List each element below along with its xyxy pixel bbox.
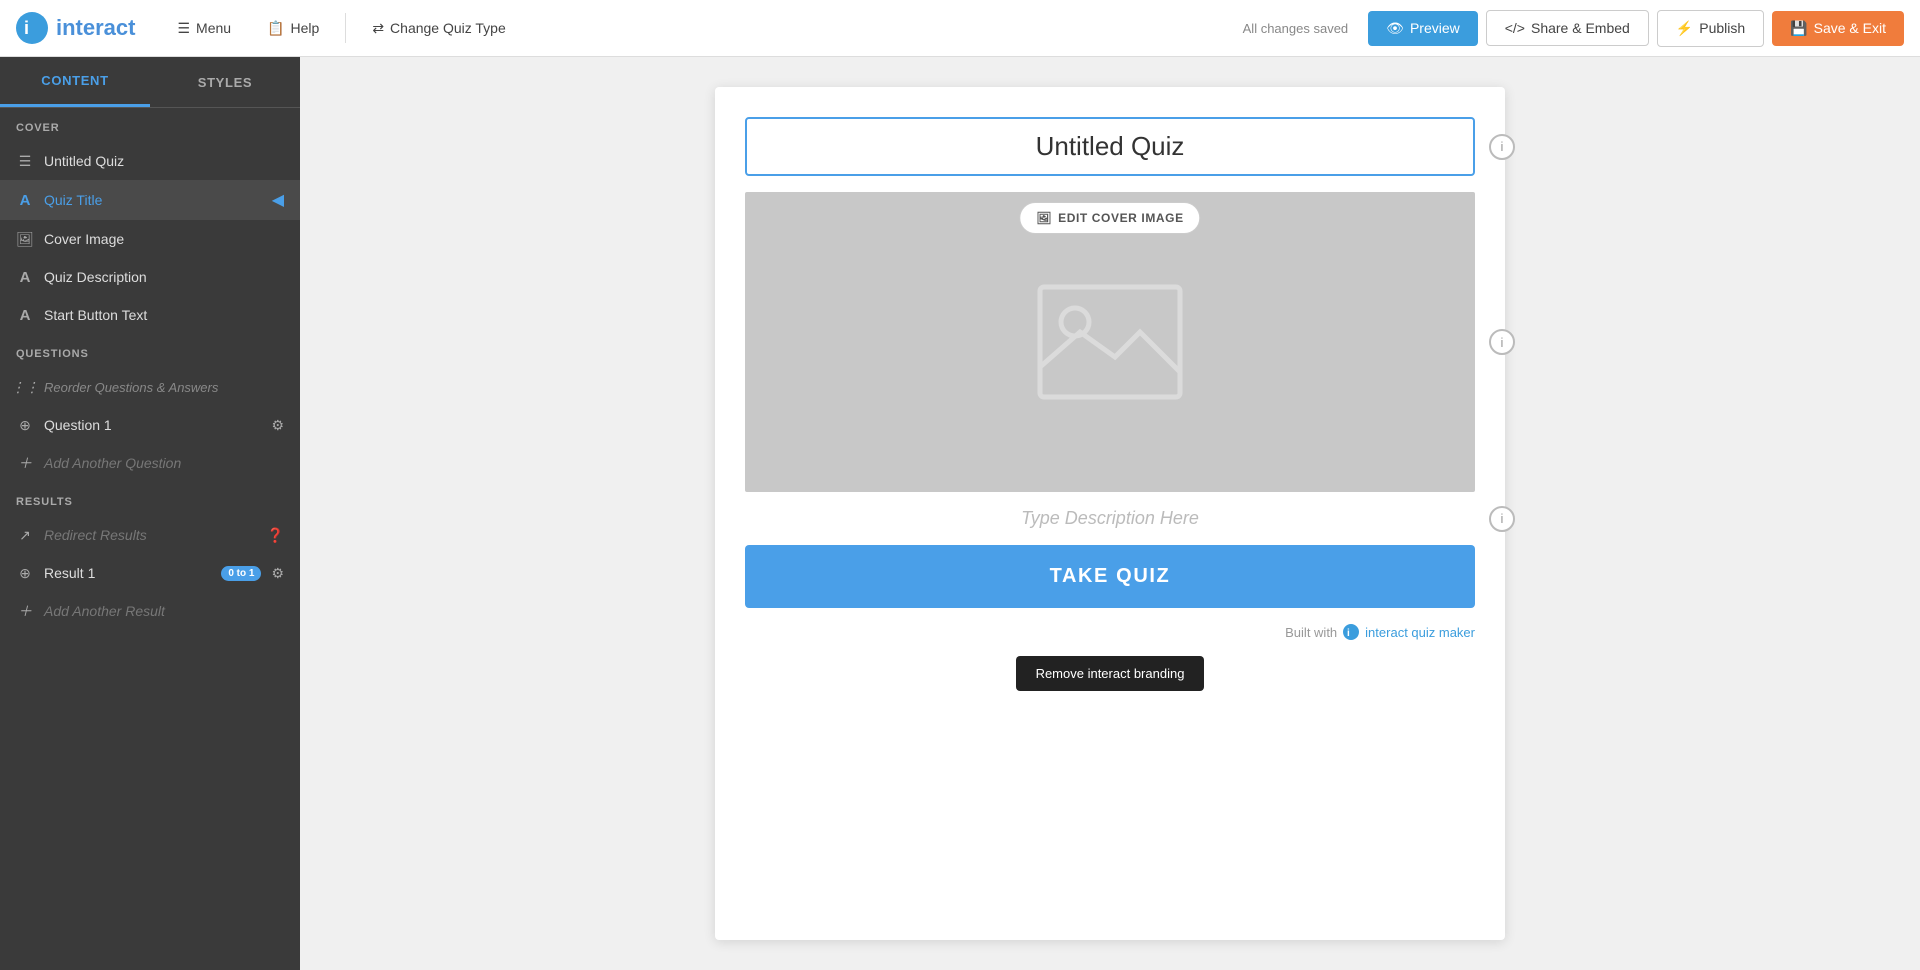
question1-label: Question 1 xyxy=(44,417,261,433)
cover-image-row: 🖼 EDIT COVER IMAGE i xyxy=(745,192,1475,492)
help-icon: 📋 xyxy=(267,20,284,37)
save-icon: 💾 xyxy=(1790,20,1807,37)
title-row: i xyxy=(745,117,1475,176)
question1-gear-icon[interactable]: ⚙ xyxy=(271,417,284,434)
take-quiz-button[interactable]: TAKE QUIZ xyxy=(745,545,1475,608)
description-info-icon[interactable]: i xyxy=(1489,506,1515,532)
sidebar-item-question1[interactable]: ⊕ Question 1 ⚙ xyxy=(0,406,300,444)
interact-logo-icon: i xyxy=(16,12,48,44)
top-nav: i interact ☰ Menu 📋 Help ⇄ Change Quiz T… xyxy=(0,0,1920,57)
result1-badge: 0 to 1 xyxy=(221,566,261,581)
remove-branding-button[interactable]: Remove interact branding xyxy=(1016,656,1205,691)
image-placeholder-icon xyxy=(1030,277,1190,407)
sidebar-item-add-result[interactable]: ＋ Add Another Result xyxy=(0,592,300,630)
question1-icon: ⊕ xyxy=(16,416,34,434)
quiz-description-icon: A xyxy=(16,268,34,286)
sidebar: CONTENT STYLES COVER ☰ Untitled Quiz A Q… xyxy=(0,57,300,970)
share-embed-button[interactable]: </> Share & Embed xyxy=(1486,10,1649,46)
logo-area: i interact xyxy=(16,12,135,44)
start-button-text-label: Start Button Text xyxy=(44,307,284,323)
quiz-preview-panel: i 🖼 EDIT COVER IMAGE i xyxy=(715,87,1505,940)
svg-text:i: i xyxy=(1347,628,1350,639)
logo-text: interact xyxy=(56,15,135,41)
tab-styles[interactable]: STYLES xyxy=(150,57,300,107)
quiz-title-input[interactable] xyxy=(745,117,1475,176)
untitled-quiz-icon: ☰ xyxy=(16,152,34,170)
save-exit-button[interactable]: 💾 Save & Exit xyxy=(1772,11,1904,46)
preview-button[interactable]: 👁 Preview xyxy=(1368,11,1478,46)
description-placeholder[interactable]: Type Description Here xyxy=(745,508,1475,529)
tab-content[interactable]: CONTENT xyxy=(0,57,150,107)
untitled-quiz-label: Untitled Quiz xyxy=(44,153,284,169)
preview-icon: 👁 xyxy=(1386,20,1404,37)
nav-separator xyxy=(345,13,346,43)
save-status: All changes saved xyxy=(1243,21,1349,36)
result1-icon: ⊕ xyxy=(16,564,34,582)
cover-section-header: COVER xyxy=(0,108,300,142)
main-layout: CONTENT STYLES COVER ☰ Untitled Quiz A Q… xyxy=(0,57,1920,970)
menu-icon: ☰ xyxy=(177,20,190,37)
built-with-area: Built with i interact quiz maker xyxy=(745,624,1475,640)
menu-button[interactable]: ☰ Menu xyxy=(163,12,245,45)
svg-text:i: i xyxy=(24,18,29,38)
publish-button[interactable]: ⚡ Publish xyxy=(1657,10,1764,47)
camera-icon: 🖼 xyxy=(1036,211,1052,225)
result1-label: Result 1 xyxy=(44,565,211,581)
sidebar-item-add-question[interactable]: ＋ Add Another Question xyxy=(0,444,300,482)
cover-image-icon: 🖼 xyxy=(16,230,34,248)
share-icon: </> xyxy=(1505,20,1525,36)
sidebar-item-redirect-results[interactable]: ↗ Redirect Results ❓ xyxy=(0,516,300,554)
sidebar-item-reorder[interactable]: ⋮⋮ Reorder Questions & Answers xyxy=(0,368,300,406)
add-question-label: Add Another Question xyxy=(44,455,284,471)
publish-icon: ⚡ xyxy=(1676,20,1693,37)
result1-gear-icon[interactable]: ⚙ xyxy=(271,565,284,582)
sidebar-item-quiz-description[interactable]: A Quiz Description xyxy=(0,258,300,296)
sidebar-item-start-button-text[interactable]: A Start Button Text xyxy=(0,296,300,334)
reorder-icon: ⋮⋮ xyxy=(16,378,34,396)
sidebar-item-quiz-title[interactable]: A Quiz Title ◀ xyxy=(0,180,300,220)
quiz-title-label: Quiz Title xyxy=(44,192,262,208)
add-question-icon: ＋ xyxy=(16,454,34,472)
results-section-header: RESULTS xyxy=(0,482,300,516)
cover-image-info-icon[interactable]: i xyxy=(1489,329,1515,355)
sidebar-item-result1[interactable]: ⊕ Result 1 0 to 1 ⚙ xyxy=(0,554,300,592)
edit-cover-image-button[interactable]: 🖼 EDIT COVER IMAGE xyxy=(1019,202,1200,234)
main-content: i 🖼 EDIT COVER IMAGE i xyxy=(300,57,1920,970)
redirect-icon: ↗ xyxy=(16,526,34,544)
cover-image-label: Cover Image xyxy=(44,231,284,247)
sidebar-item-untitled-quiz[interactable]: ☰ Untitled Quiz xyxy=(0,142,300,180)
start-button-text-icon: A xyxy=(16,306,34,324)
redirect-label: Redirect Results xyxy=(44,527,257,543)
change-quiz-type-button[interactable]: ⇄ Change Quiz Type xyxy=(358,12,519,45)
quiz-title-icon: A xyxy=(16,191,34,209)
description-row: Type Description Here i xyxy=(745,508,1475,529)
interact-small-logo: i xyxy=(1343,624,1359,640)
cover-image-area: 🖼 EDIT COVER IMAGE xyxy=(745,192,1475,492)
help-button[interactable]: 📋 Help xyxy=(253,12,333,45)
sidebar-tabs: CONTENT STYLES xyxy=(0,57,300,108)
questions-section-header: QUESTIONS xyxy=(0,334,300,368)
redirect-help-icon[interactable]: ❓ xyxy=(267,527,284,544)
add-result-icon: ＋ xyxy=(16,602,34,620)
add-result-label: Add Another Result xyxy=(44,603,284,619)
sidebar-item-cover-image[interactable]: 🖼 Cover Image xyxy=(0,220,300,258)
reorder-label: Reorder Questions & Answers xyxy=(44,380,284,395)
quiz-title-arrow: ◀ xyxy=(272,190,284,210)
change-type-icon: ⇄ xyxy=(372,20,384,37)
quiz-description-label: Quiz Description xyxy=(44,269,284,285)
title-info-icon[interactable]: i xyxy=(1489,134,1515,160)
